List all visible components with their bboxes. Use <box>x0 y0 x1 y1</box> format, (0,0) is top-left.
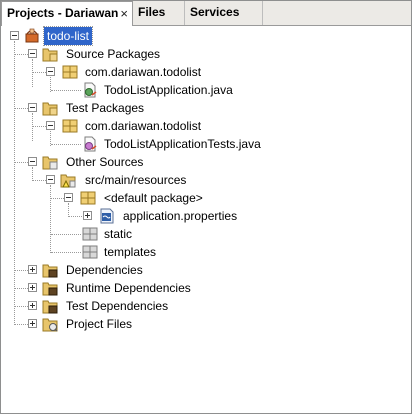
expand-icon[interactable] <box>28 301 37 310</box>
node-label: com.dariawan.todolist <box>85 65 202 79</box>
node-label: templates <box>104 245 157 259</box>
node-label: com.dariawan.todolist <box>85 119 202 133</box>
package-folder-icon <box>42 102 58 116</box>
java-test-class-icon <box>84 136 97 152</box>
empty-package-icon <box>82 245 98 259</box>
java-class-icon <box>84 82 97 98</box>
collapse-icon[interactable] <box>64 193 73 202</box>
tree-node-application-properties[interactable]: application.properties <box>1 207 411 225</box>
tree-node-test-file[interactable]: TodoListApplicationTests.java <box>1 135 411 153</box>
tab-services-label: Services <box>190 5 240 19</box>
tree-node-source-file[interactable]: TodoListApplication.java <box>1 81 411 99</box>
tree-node-project[interactable]: todo-list <box>1 26 411 46</box>
tree-node-project-files[interactable]: Project Files <box>1 315 411 333</box>
collapse-icon[interactable] <box>46 121 55 130</box>
tree-node-runtime-dependencies[interactable]: Runtime Dependencies <box>1 279 411 297</box>
collapse-icon[interactable] <box>46 175 55 184</box>
tree-node-test-dependencies[interactable]: Test Dependencies <box>1 297 411 315</box>
tree-node-source-package[interactable]: com.dariawan.todolist <box>1 63 411 81</box>
tab-projects-label: Projects - Dariawan <box>7 6 119 20</box>
tree-node-test-package[interactable]: com.dariawan.todolist <box>1 117 411 135</box>
node-label: Test Packages <box>66 101 145 115</box>
tab-bar: Projects - Dariawan × Files Services <box>1 1 411 26</box>
node-label: src/main/resources <box>85 173 187 187</box>
package-folder-icon <box>42 48 58 62</box>
package-icon <box>80 191 96 205</box>
collapse-icon[interactable] <box>10 31 19 40</box>
package-icon <box>62 65 78 79</box>
tree-node-resources[interactable]: src/main/resources <box>1 171 411 189</box>
expand-icon[interactable] <box>28 319 37 328</box>
tree-node-dependencies[interactable]: Dependencies <box>1 261 411 279</box>
package-icon <box>62 119 78 133</box>
tree-node-static[interactable]: static <box>1 225 411 243</box>
node-label: static <box>104 227 133 241</box>
expand-icon[interactable] <box>83 211 92 220</box>
tree-node-source-packages[interactable]: Source Packages <box>1 45 411 63</box>
tab-projects[interactable]: Projects - Dariawan × <box>1 1 133 26</box>
expand-icon[interactable] <box>28 283 37 292</box>
tab-files[interactable]: Files <box>133 1 185 25</box>
node-label: TodoListApplicationTests.java <box>104 137 261 151</box>
tree-node-other-sources[interactable]: Other Sources <box>1 153 411 171</box>
library-jar-icon <box>42 282 58 296</box>
expand-icon[interactable] <box>28 265 37 274</box>
node-label: <default package> <box>104 191 203 205</box>
collapse-icon[interactable] <box>28 49 37 58</box>
collapse-icon[interactable] <box>28 103 37 112</box>
package-folder-icon <box>42 156 58 170</box>
node-label: Dependencies <box>66 263 143 277</box>
node-label: TodoListApplication.java <box>104 83 233 97</box>
empty-package-icon <box>82 227 98 241</box>
node-label: Test Dependencies <box>66 299 169 313</box>
library-jar-icon <box>42 300 58 314</box>
node-label: Project Files <box>66 317 133 331</box>
maven-project-icon <box>25 28 39 43</box>
collapse-icon[interactable] <box>46 67 55 76</box>
node-label: Other Sources <box>66 155 144 169</box>
projects-window: Projects - Dariawan × Files Services tod… <box>0 0 412 414</box>
node-label: todo-list <box>42 26 94 46</box>
library-jar-icon <box>42 264 58 278</box>
close-icon[interactable]: × <box>120 3 128 25</box>
tree-node-default-package[interactable]: <default package> <box>1 189 411 207</box>
tree-node-templates[interactable]: templates <box>1 243 411 261</box>
resources-folder-icon <box>60 174 76 188</box>
properties-file-icon <box>100 208 114 224</box>
tree-node-test-packages[interactable]: Test Packages <box>1 99 411 117</box>
package-folder-icon <box>42 318 58 332</box>
node-label: Source Packages <box>66 47 161 61</box>
node-label: application.properties <box>123 209 238 223</box>
tab-services[interactable]: Services <box>185 1 263 25</box>
collapse-icon[interactable] <box>28 157 37 166</box>
node-label: Runtime Dependencies <box>66 281 191 295</box>
tab-files-label: Files <box>138 5 166 19</box>
